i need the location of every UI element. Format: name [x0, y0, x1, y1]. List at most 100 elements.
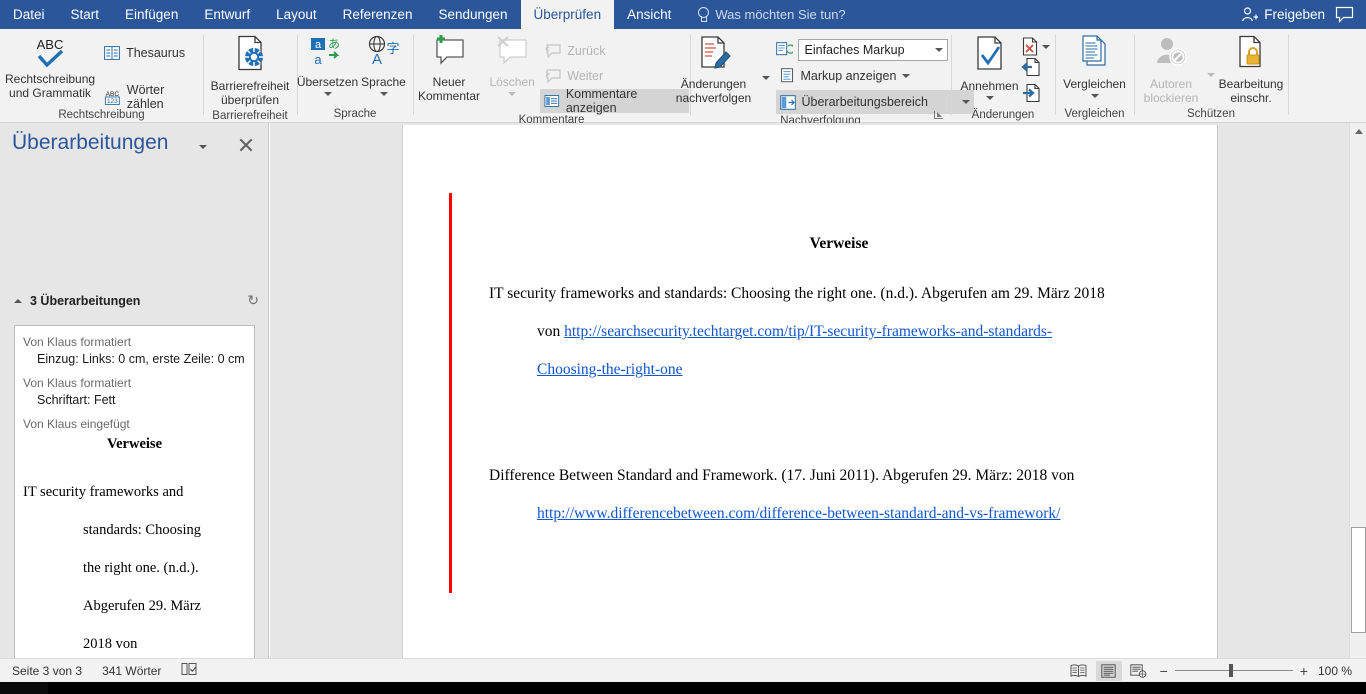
markup-mode-row: Einfaches Markup: [775, 39, 974, 61]
zoom-in-button[interactable]: +: [1300, 664, 1308, 678]
word-count-indicator[interactable]: 341 Wörter: [92, 664, 171, 678]
markup-mode-chevron-down-icon[interactable]: [934, 48, 943, 52]
translate-chevron-down-icon[interactable]: [323, 92, 332, 96]
zoom-slider[interactable]: − +: [1156, 664, 1312, 678]
print-layout-button[interactable]: [1095, 660, 1122, 681]
reviewing-pane-options-chevron-down-icon[interactable]: [199, 145, 207, 149]
menu-tab-ueberpruefen[interactable]: Überprüfen: [520, 0, 615, 29]
thesaurus-button[interactable]: Thesaurus: [100, 41, 203, 64]
menu-tab-einfuegen[interactable]: Einfügen: [112, 0, 191, 29]
show-comments-label: Kommentare anzeigen: [565, 87, 638, 115]
restrict-editing-button[interactable]: Bearbeitung einschr.: [1215, 33, 1287, 107]
show-markup-label: Markup anzeigen: [800, 68, 897, 83]
menu-tab-ansicht[interactable]: Ansicht: [614, 0, 684, 29]
menu-tab-entwurf[interactable]: Entwurf: [191, 0, 263, 29]
menu-tab-sendungen[interactable]: Sendungen: [425, 0, 520, 29]
translate-icon: a あ a: [309, 35, 347, 72]
check-accessibility-label: Barrierefreiheit überprüfen: [210, 79, 290, 107]
revision-inserted-line: Abgerufen 29. März: [83, 598, 201, 614]
lightbulb-icon: [696, 7, 710, 22]
ribbon-tab-bar: Datei Start Einfügen Entwurf Layout Refe…: [0, 0, 1366, 29]
os-taskbar: [0, 682, 1366, 694]
reference-1-link-part2[interactable]: Choosing-the-right-one: [489, 351, 1189, 389]
track-changes-chevron-down-icon[interactable]: [761, 76, 770, 80]
zoom-level-label[interactable]: 100 %: [1316, 664, 1356, 678]
check-accessibility-button[interactable]: Barrierefreiheit überprüfen: [205, 33, 295, 109]
menu-tab-referenzen[interactable]: Referenzen: [330, 0, 426, 29]
translate-button[interactable]: a あ a Übersetzen: [296, 33, 359, 98]
compare-button[interactable]: Vergleichen: [1057, 33, 1132, 100]
zoom-track[interactable]: [1174, 664, 1293, 677]
reviewing-pane-label: Überarbeitungsbereich: [801, 95, 928, 109]
revision-author-action: Von Klaus formatiert: [23, 376, 132, 390]
revision-inserted-heading: Verweise: [106, 436, 163, 452]
reviewing-pane-close-icon[interactable]: [238, 137, 254, 153]
document-body[interactable]: Verweise IT security frameworks and stan…: [489, 235, 1189, 533]
revision-inserted-line: the right one. (n.d.).: [83, 560, 199, 576]
revision-item-1[interactable]: Von Klaus formatiert Einzug: Links: 0 cm…: [23, 334, 246, 368]
scroll-up-button[interactable]: [1350, 123, 1366, 140]
ribbon: ABC Rechtschreibung und Grammatik Thesau…: [0, 29, 1366, 127]
web-layout-button[interactable]: [1126, 661, 1152, 681]
compare-label: Vergleichen: [1063, 77, 1126, 91]
collapse-chevron-up-icon[interactable]: [14, 298, 22, 303]
reference-2-link[interactable]: http://www.differencebetween.com/differe…: [489, 495, 1189, 533]
revision-author-action: Von Klaus formatiert: [23, 335, 132, 349]
zoom-thumb[interactable]: [1228, 664, 1233, 677]
menubar-right: Freigeben: [1241, 0, 1366, 29]
compare-chevron-down-icon[interactable]: [1090, 94, 1099, 98]
next-change-button[interactable]: [1021, 83, 1050, 108]
vertical-scrollbar[interactable]: [1349, 123, 1366, 670]
word-count-button[interactable]: ABC 123 Wörter zählen: [100, 83, 203, 111]
scrollbar-thumb[interactable]: [1351, 527, 1366, 633]
accept-chevron-down-icon[interactable]: [985, 96, 994, 100]
tell-me-search[interactable]: Was möchten Sie tun?: [684, 0, 846, 29]
nachverfolgung-dialog-launcher[interactable]: [934, 110, 944, 120]
refresh-icon[interactable]: ↻: [247, 292, 259, 309]
accept-button[interactable]: Annehmen: [959, 33, 1021, 102]
language-chevron-down-icon[interactable]: [379, 92, 388, 96]
document-canvas: Verweise IT security frameworks and stan…: [270, 123, 1349, 670]
new-comment-button[interactable]: Neuer Kommentar: [414, 33, 484, 105]
language-label: Sprache: [361, 75, 406, 89]
menu-tab-datei[interactable]: Datei: [0, 0, 58, 29]
read-mode-button[interactable]: [1066, 661, 1092, 681]
next-comment-icon: [545, 69, 561, 83]
ribbon-group-barrierefreiheit: Barrierefreiheit überprüfen Barrierefrei…: [204, 29, 296, 123]
comment-icon[interactable]: [1335, 6, 1354, 23]
track-changes-button[interactable]: Änderungen nachverfolgen: [668, 33, 760, 107]
revision-item-3[interactable]: Von Klaus eingefügt Verweise IT security…: [23, 416, 246, 694]
svg-text:a: a: [314, 39, 321, 51]
reference-1-link-part1[interactable]: http://searchsecurity.techtarget.com/tip…: [564, 323, 1052, 340]
restrict-editing-lock-icon: [1234, 35, 1268, 74]
revision-item-2[interactable]: Von Klaus formatiert Schriftart: Fett: [23, 375, 246, 409]
reject-row[interactable]: [1021, 37, 1050, 56]
show-markup-chevron-down-icon[interactable]: [902, 73, 911, 78]
previous-change-button[interactable]: [1020, 57, 1050, 82]
revision-inserted-line: IT security frameworks and: [23, 484, 184, 500]
delete-comment-label: Löschen: [489, 75, 535, 89]
previous-comment-icon: [545, 44, 561, 58]
language-button[interactable]: A 字 Sprache: [356, 33, 411, 98]
show-markup-button[interactable]: Markup anzeigen: [776, 64, 974, 87]
group-label-sprache: Sprache: [333, 108, 377, 120]
markup-mode-dropdown[interactable]: Einfaches Markup: [797, 39, 948, 61]
accept-label: Annehmen: [960, 79, 1019, 93]
proofing-status-button[interactable]: [171, 662, 208, 679]
share-button[interactable]: Freigeben: [1241, 6, 1325, 23]
translate-label: Übersetzen: [296, 75, 359, 89]
revision-list[interactable]: Von Klaus formatiert Einzug: Links: 0 cm…: [14, 325, 255, 694]
zoom-out-button[interactable]: −: [1160, 664, 1168, 678]
markup-mode-value: Einfaches Markup: [804, 43, 905, 57]
document-page[interactable]: Verweise IT security frameworks and stan…: [402, 125, 1218, 670]
menu-tab-start[interactable]: Start: [58, 0, 113, 29]
word-window: Datei Start Einfügen Entwurf Layout Refe…: [0, 0, 1366, 694]
menu-tab-layout[interactable]: Layout: [263, 0, 330, 29]
thesaurus-icon: [104, 45, 120, 60]
spelling-grammar-button[interactable]: ABC Rechtschreibung und Grammatik: [0, 33, 100, 102]
group-label-schuetzen: Schützen: [1187, 108, 1235, 120]
reject-chevron-down-icon[interactable]: [1041, 44, 1050, 49]
reference-1-line2: von http://searchsecurity.techtarget.com…: [489, 313, 1189, 351]
read-mode-icon: [1070, 663, 1087, 677]
page-indicator[interactable]: Seite 3 von 3: [0, 664, 92, 678]
